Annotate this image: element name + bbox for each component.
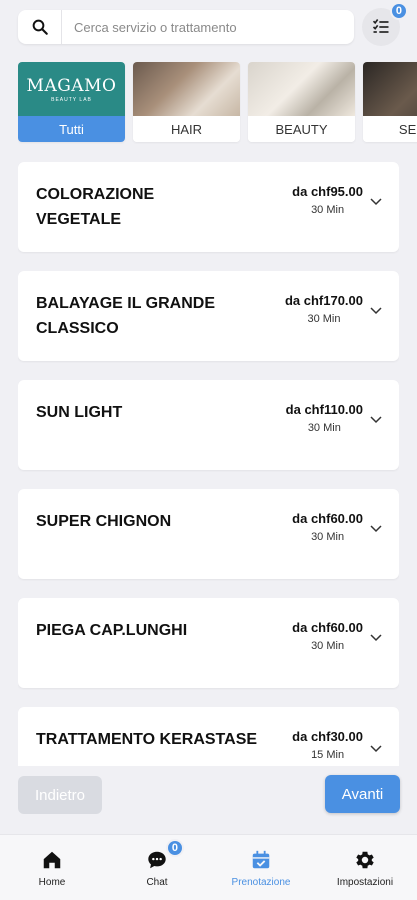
service-name: SUPER CHIGNON (36, 513, 172, 530)
service-duration: 30 Min (307, 313, 341, 325)
service-card[interactable]: TRATTAMENTO KERASTASE da chf30.00 15 Min (18, 707, 399, 766)
service-price: da chf95.00 (292, 184, 363, 199)
service-name: TRATTAMENTO KERASTASE (36, 731, 258, 748)
selected-services-button[interactable]: 0 (362, 2, 408, 46)
chevron-down-icon[interactable] (369, 741, 383, 755)
magamo-logo: MAGAMO BEAUTY LAB (18, 62, 125, 116)
category-label: HAIR (133, 116, 240, 142)
service-name: COLORAZIONE VEGETALE (36, 186, 155, 228)
chevron-down-icon[interactable] (369, 521, 383, 535)
nav-label: Impostazioni (336, 877, 394, 888)
service-card[interactable]: SUPER CHIGNON da chf60.00 30 Min (18, 489, 399, 579)
back-button[interactable]: Indietro (18, 776, 102, 814)
service-duration: 15 Min (311, 749, 345, 761)
service-duration: 30 Min (311, 640, 345, 652)
category-serv[interactable]: SERV (363, 62, 417, 142)
category-image (248, 62, 355, 116)
bottom-nav: Home 0 Chat Prenotazione Impostazioni (0, 834, 417, 900)
nav-label: Prenotazione (231, 877, 291, 888)
service-price-block: da chf110.00 30 Min (286, 402, 363, 436)
category-image (363, 62, 417, 116)
category-image (133, 62, 240, 116)
service-price-block: da chf95.00 30 Min (292, 184, 363, 218)
nav-prenotazione[interactable]: Prenotazione (226, 835, 296, 900)
search-input[interactable] (62, 10, 354, 44)
service-name: SUN LIGHT (36, 404, 123, 421)
home-icon (43, 851, 61, 869)
chat-icon-wrap: 0 (146, 839, 184, 871)
nav-chat[interactable]: 0 Chat (127, 835, 187, 900)
nav-label: Chat (146, 877, 168, 888)
service-card[interactable]: PIEGA CAP.LUNGHI da chf60.00 30 Min (18, 598, 399, 688)
chevron-down-icon[interactable] (369, 630, 383, 644)
chat-badge: 0 (165, 839, 184, 857)
service-price-block: da chf30.00 15 Min (292, 729, 363, 763)
chevron-down-icon[interactable] (369, 194, 383, 208)
service-list[interactable]: COLORAZIONE VEGETALE da chf95.00 30 Min … (18, 162, 399, 766)
category-tutti[interactable]: MAGAMO BEAUTY LAB Tutti (18, 62, 125, 142)
service-name: PIEGA CAP.LUNGHI (36, 622, 188, 639)
chat-icon (148, 851, 166, 869)
service-duration: 30 Min (311, 531, 345, 543)
service-card[interactable]: BALAYAGE IL GRANDE CLASSICO da chf170.00… (18, 271, 399, 361)
service-price: da chf110.00 (285, 402, 363, 417)
nav-home[interactable]: Home (22, 835, 82, 900)
header: 0 (0, 0, 417, 56)
service-price-block: da chf60.00 30 Min (292, 511, 363, 545)
nav-label: Home (38, 877, 66, 888)
service-price: da chf60.00 (292, 511, 363, 526)
next-button[interactable]: Avanti (325, 775, 400, 813)
calendar-icon (252, 850, 270, 869)
service-card[interactable]: SUN LIGHT da chf110.00 30 Min (18, 380, 399, 470)
service-price-block: da chf170.00 30 Min (285, 293, 363, 327)
selected-count-badge: 0 (389, 2, 408, 20)
chevron-down-icon[interactable] (369, 303, 383, 317)
service-duration: 30 Min (307, 422, 341, 434)
service-card[interactable]: COLORAZIONE VEGETALE da chf95.00 30 Min (18, 162, 399, 252)
category-hair[interactable]: HAIR (133, 62, 240, 142)
service-price: da chf60.00 (292, 620, 363, 635)
list-icon (372, 19, 389, 33)
service-duration: 30 Min (311, 204, 345, 216)
gear-icon (356, 851, 374, 869)
nav-impostazioni[interactable]: Impostazioni (330, 835, 400, 900)
service-price: da chf30.00 (292, 729, 363, 744)
category-beauty[interactable]: BEAUTY (248, 62, 355, 142)
category-label: SERV (363, 116, 417, 142)
service-name: BALAYAGE IL GRANDE CLASSICO (36, 295, 215, 337)
service-price-block: da chf60.00 30 Min (292, 620, 363, 654)
chevron-down-icon[interactable] (369, 412, 383, 426)
category-label: Tutti (18, 116, 125, 142)
search-icon (32, 19, 48, 35)
search-button[interactable] (18, 10, 62, 44)
search-bar (18, 10, 354, 44)
service-price: da chf170.00 (284, 293, 363, 308)
category-carousel[interactable]: MAGAMO BEAUTY LAB Tutti HAIR BEAUTY SERV (18, 62, 417, 144)
category-label: BEAUTY (248, 116, 355, 142)
